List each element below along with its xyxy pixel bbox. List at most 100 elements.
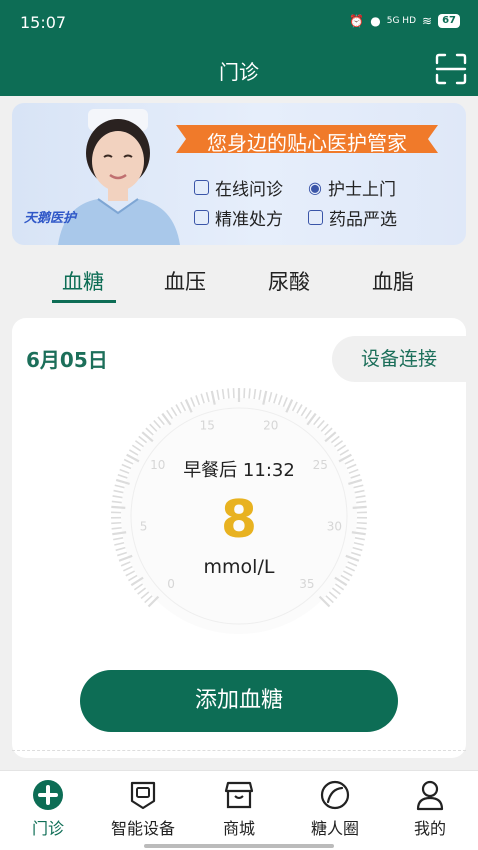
blood-sugar-card: 6月05日 设备连接 0 5 10 15 20 25 30 35 早餐后 11:32 8 mm… — [12, 318, 466, 758]
gauge-tick — [339, 449, 350, 456]
nav-label: 糖人圈 — [310, 819, 359, 838]
tab-blood-sugar[interactable]: 血糖 — [62, 266, 104, 296]
gauge-tick — [216, 389, 220, 400]
nav-store[interactable]: 商城 — [191, 779, 287, 839]
feature-label: 药品严选 — [329, 210, 397, 230]
gauge-tick — [133, 583, 144, 591]
nav-devices[interactable]: 智能设备 — [95, 779, 191, 839]
gauge-tick — [170, 406, 178, 417]
gauge-tick — [300, 406, 308, 417]
home-indicator — [144, 844, 334, 848]
gauge-tick — [325, 595, 334, 604]
gauge-tick — [296, 404, 303, 414]
tab-indicator — [52, 300, 116, 303]
gauge-tick — [137, 587, 147, 595]
location-icon: ● — [370, 14, 381, 28]
profile-icon — [416, 780, 444, 811]
gauge-tick — [180, 401, 187, 412]
eye-icon: ◉ — [308, 178, 322, 197]
gauge-tick-label: 35 — [299, 577, 314, 591]
gauge-tick — [221, 388, 225, 400]
nav-label: 门诊 — [31, 819, 64, 838]
device-connect-button[interactable]: 设备连接 — [332, 336, 466, 382]
gauge-tick — [353, 484, 364, 489]
divider — [12, 750, 466, 751]
gauge-tick — [324, 427, 333, 436]
gauge-tick-label: 20 — [263, 418, 278, 432]
feature-online-consult: 在线问诊 — [194, 175, 283, 200]
gauge-tick — [205, 392, 210, 403]
metric-tabs: 血糖 血压 尿酸 血脂 — [0, 258, 478, 308]
gauge-tick — [140, 591, 150, 600]
plus-square-icon — [194, 180, 209, 195]
feature-label: 在线问诊 — [215, 180, 283, 200]
nav-profile[interactable]: 我的 — [382, 779, 478, 839]
nav-community[interactable]: 糖人圈 — [287, 779, 383, 839]
gauge-tick — [333, 440, 344, 448]
gauge-tick — [258, 389, 262, 400]
tab-uric-acid[interactable]: 尿酸 — [268, 266, 310, 296]
nav-label: 我的 — [413, 819, 446, 838]
gauge-tick — [138, 435, 148, 444]
gauge-tick — [253, 388, 257, 400]
gauge-tick — [291, 401, 298, 412]
gauge-tick — [128, 449, 139, 456]
gauge-tick — [227, 388, 230, 399]
gauge-tick — [330, 435, 340, 444]
network-label: 5G HD — [386, 16, 417, 26]
gauge-tick — [195, 395, 201, 406]
device-icon — [130, 781, 156, 810]
app-header: 门诊 — [0, 44, 478, 96]
medicine-icon — [308, 210, 323, 225]
gauge-tick — [282, 397, 288, 407]
gauge-tick — [114, 484, 125, 489]
gauge-tick — [328, 591, 338, 600]
status-time: 15:07 — [20, 13, 67, 32]
community-icon — [320, 780, 350, 810]
gauge-tick — [316, 419, 325, 429]
tab-blood-pressure[interactable]: 血压 — [164, 266, 206, 296]
gauge-tick — [134, 440, 145, 448]
feature-precise-rx: 精准处方 — [194, 205, 283, 230]
alarm-icon: ⏰ — [349, 14, 365, 28]
gauge-tick — [145, 427, 154, 436]
scan-icon[interactable] — [434, 52, 468, 86]
banner-slogan: 您身边的贴心医护管家 — [207, 131, 407, 155]
glucose-unit: mmol/L — [203, 556, 275, 578]
gauge-tick — [313, 416, 321, 426]
clinic-plus-icon — [33, 780, 63, 810]
store-icon — [224, 781, 254, 809]
glucose-value: 8 — [220, 490, 258, 550]
gauge-tick — [190, 397, 196, 407]
tab-blood-lipid[interactable]: 血脂 — [372, 266, 414, 296]
wifi-icon: ≋ — [422, 14, 433, 28]
gauge-tick — [149, 423, 158, 432]
feature-medicine: 药品严选 — [308, 205, 397, 230]
gauge-tick — [304, 409, 312, 420]
nav-label: 智能设备 — [110, 819, 175, 838]
status-icons: ⏰ ● 5G HD ≋ 67 — [349, 14, 460, 28]
brand-logo: 天鹅医护 — [24, 211, 77, 226]
nav-label: 商城 — [222, 819, 255, 838]
meal-time: 早餐后 11:32 — [183, 460, 295, 481]
battery-icon: 67 — [438, 14, 460, 28]
status-bar: 15:07 ⏰ ● 5G HD ≋ 67 — [0, 0, 478, 44]
gauge-tick — [175, 404, 182, 414]
bottom-nav: 门诊 智能设备 商城 糖人圈 我的 — [0, 770, 478, 850]
gauge-tick — [336, 444, 347, 452]
page-title: 门诊 — [219, 60, 259, 84]
promo-banner[interactable]: 天鹅医护 您身边的贴心医护管家 在线问诊 ◉ 护士上门 精准处方 药品严选 — [12, 103, 466, 245]
gauge-tick — [131, 444, 142, 452]
feature-nurse-visit: ◉ 护士上门 — [308, 175, 396, 200]
gauge-tick — [153, 419, 162, 429]
gauge-tick-label: 15 — [200, 418, 215, 432]
plus-square-icon — [194, 210, 209, 225]
gauge-tick — [320, 423, 329, 432]
gauge-tick — [200, 393, 205, 404]
gauge-tick — [157, 416, 165, 426]
gauge-tick — [144, 595, 153, 604]
gauge-tick — [277, 395, 283, 406]
gauge-tick — [166, 409, 174, 420]
add-blood-sugar-button[interactable]: 添加血糖 — [80, 670, 398, 732]
nav-clinic[interactable]: 门诊 — [0, 779, 96, 839]
